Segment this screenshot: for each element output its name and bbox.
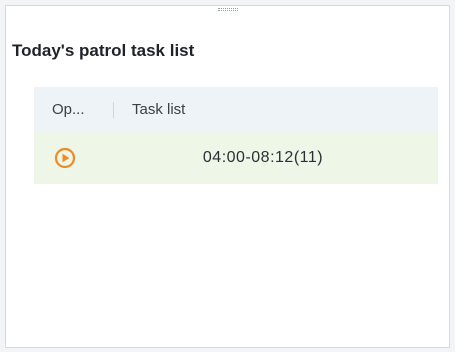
column-divider[interactable] xyxy=(113,101,114,118)
column-header-task-list[interactable]: Task list xyxy=(114,101,185,118)
task-table: Op... Task list 04:00-08:12(11) xyxy=(34,87,438,184)
table-header: Op... Task list xyxy=(34,87,438,132)
drag-handle-icon[interactable] xyxy=(218,8,238,11)
column-header-operation[interactable]: Op... xyxy=(34,101,114,118)
panel-title: Today's patrol task list xyxy=(12,41,195,60)
play-circle-icon[interactable] xyxy=(54,147,76,169)
column-header-operation-label: Op... xyxy=(52,101,85,118)
task-list-cell: 04:00-08:12(11) xyxy=(202,149,324,166)
table-row[interactable]: 04:00-08:12(11) xyxy=(34,132,438,184)
patrol-task-panel: Today's patrol task list Op... Task list… xyxy=(5,5,450,348)
operation-cell xyxy=(34,147,114,169)
